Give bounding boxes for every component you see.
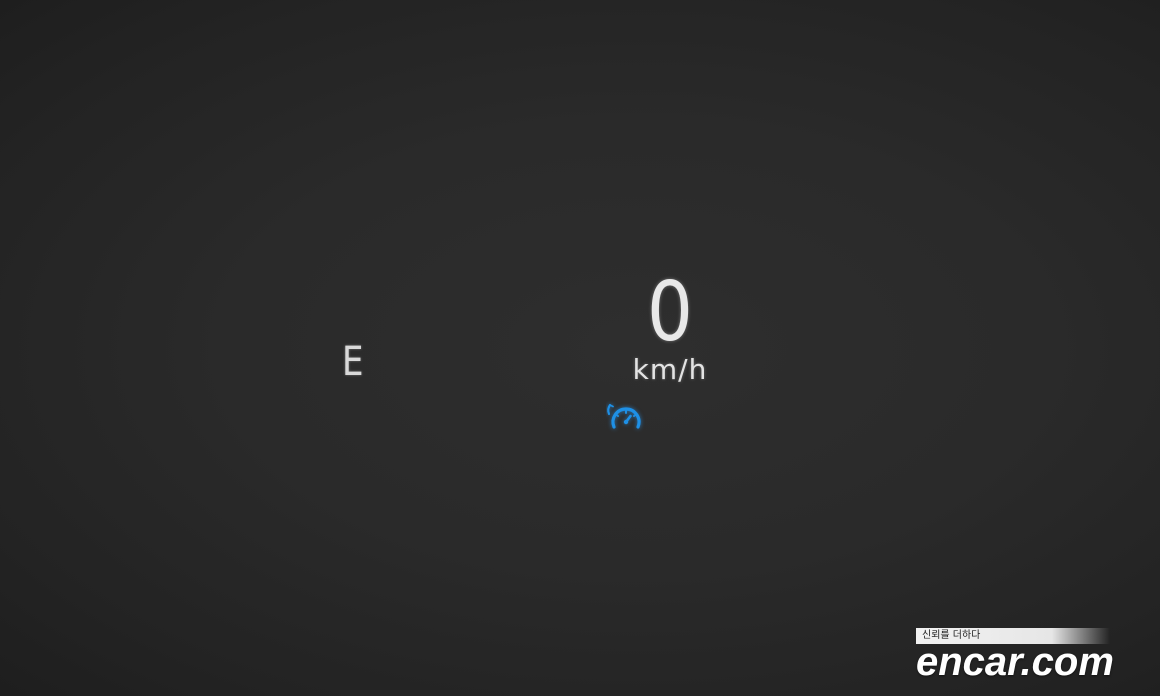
gear-indicator: E	[342, 339, 364, 385]
watermark-logo: 신뢰를 더하다 encar.com	[916, 628, 1154, 686]
watermark-brand: encar.com	[916, 640, 1114, 684]
speed-unit: km/h	[632, 353, 708, 386]
speed-value: 0	[647, 265, 693, 360]
cruise-control-icon	[607, 403, 641, 429]
head-up-display: E 0 km/h	[0, 0, 1160, 696]
